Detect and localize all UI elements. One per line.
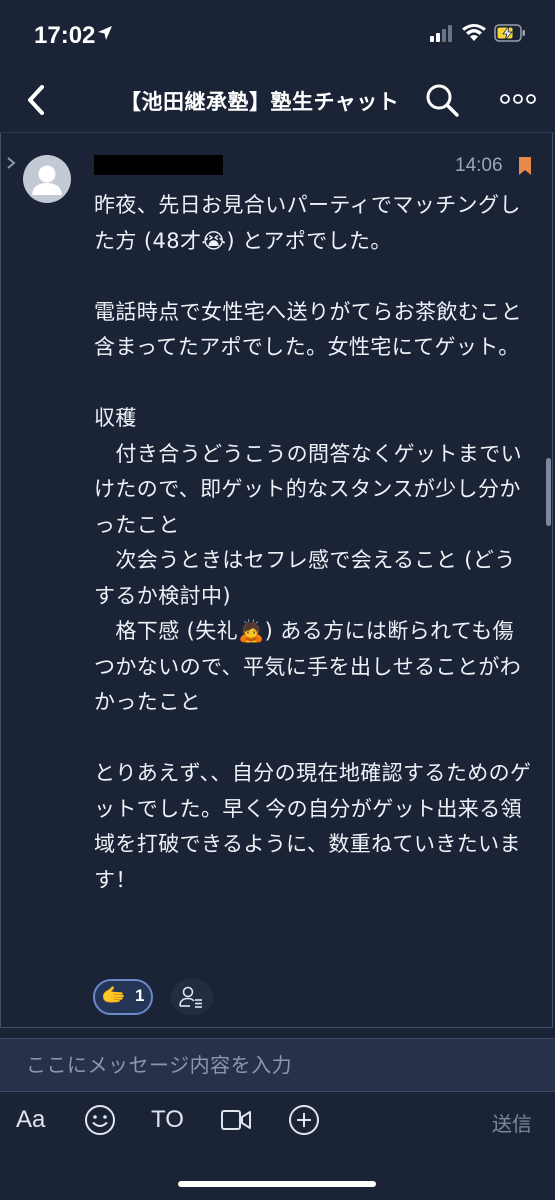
video-call-icon[interactable] <box>220 1108 252 1132</box>
chat-header: 【池田継承塾】塾生チャット <box>0 70 555 132</box>
reaction-count: 1 <box>135 986 145 1005</box>
add-attachment-icon[interactable] <box>288 1104 320 1136</box>
status-time: 17:02 <box>34 22 96 49</box>
wifi-icon <box>462 24 486 41</box>
chat-timeline[interactable]: 14:06 昨夜、先日お見合いパーティでマッチングした方 (48才😭) とアポで… <box>0 132 555 1028</box>
location-arrow-icon <box>98 26 112 40</box>
message-time: 14:06 <box>455 155 503 176</box>
person-icon <box>32 165 62 195</box>
sender-name-redacted <box>94 155 223 175</box>
mention-to-button[interactable]: TO <box>151 1106 184 1134</box>
user-list-icon <box>179 986 202 1008</box>
message-text: 昨夜、先日お見合いパーティでマッチングした方 (48才😭) とアポでした。 電話… <box>94 193 532 892</box>
emoji-icon[interactable] <box>84 1104 116 1136</box>
chevron-right-icon[interactable] <box>5 155 17 171</box>
composer-toolbar: Aa TO 送信 <box>0 1092 555 1152</box>
reaction-users-button[interactable] <box>171 979 213 1015</box>
scrollbar-thumb[interactable] <box>546 458 551 526</box>
bookmark-icon[interactable] <box>519 157 531 175</box>
signal-icon <box>430 25 452 42</box>
handshake-icon: 🫱 <box>101 983 126 1007</box>
message-composer <box>0 1038 555 1092</box>
reaction-chip[interactable]: 🫱 1 <box>93 979 153 1015</box>
battery-charging-icon <box>494 24 525 42</box>
text-format-button[interactable]: Aa <box>16 1106 45 1134</box>
search-icon[interactable] <box>424 82 460 118</box>
home-indicator[interactable] <box>178 1181 376 1187</box>
page-title: 【池田継承塾】塾生チャット <box>120 90 400 114</box>
avatar[interactable] <box>23 155 71 203</box>
more-icon[interactable] <box>498 84 538 114</box>
message-input[interactable] <box>0 1039 555 1091</box>
status-bar: 17:02 <box>0 0 555 70</box>
back-chevron-icon[interactable] <box>22 82 52 118</box>
send-button[interactable]: 送信 <box>492 1108 532 1137</box>
message-item[interactable]: 14:06 昨夜、先日お見合いパーティでマッチングした方 (48才😭) とアポで… <box>0 133 553 1028</box>
